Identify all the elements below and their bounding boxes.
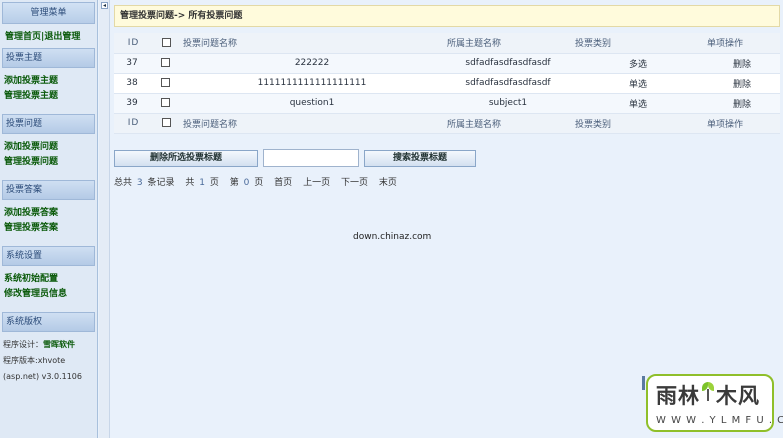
frame-splitter[interactable]: ◂: [99, 0, 110, 438]
row-subject-name: sdfadfasdfasdfasdf: [444, 53, 572, 74]
pager: 总共 3 条记录 共 1 页 第 0 页 首页 上一页 下一页 末页: [114, 175, 405, 188]
footer-checkbox-cell: [150, 113, 180, 134]
sprout-icon: [701, 380, 715, 401]
row-vote-type: 单选: [572, 93, 704, 114]
row-id: 39: [114, 93, 150, 114]
section-vote-answer[interactable]: 投票答案: [2, 180, 95, 200]
manage-vote-answer-link[interactable]: 管理投票答案: [4, 221, 94, 236]
pager-current-suffix: 页: [254, 178, 264, 188]
footer-operation: 单项操作: [704, 113, 780, 134]
version-label: 程序版本:xhvote: [3, 356, 66, 365]
footer-text: down.chinaz.com: [353, 232, 432, 242]
pager-current-prefix: 第: [229, 178, 239, 188]
footer-subject-name: 所属主题名称: [444, 113, 572, 134]
version-value: (asp.net) v3.0.1106: [3, 372, 82, 381]
row-subject-name: sdfadfasdfasdfasdf: [444, 73, 572, 94]
footer-vote-type: 投票类别: [572, 113, 704, 134]
row-checkbox-cell: [150, 93, 180, 114]
watermark-cn-text: 雨林 木风: [656, 380, 760, 410]
row-question-name: 1111111111111111111: [180, 73, 444, 94]
delete-selected-button[interactable]: 删除所选投票标题: [114, 150, 258, 167]
sidebar-top-links: 管理首页|退出管理: [0, 24, 97, 46]
row-checkbox[interactable]: [160, 58, 170, 67]
system-init-config-link[interactable]: 系统初始配置: [4, 272, 94, 287]
question-table: ID 投票问题名称 所属主题名称 投票类别 单项操作 37 222222 sdf…: [114, 33, 780, 134]
logout-link[interactable]: 退出管理: [44, 32, 80, 42]
table-header-row: ID 投票问题名称 所属主题名称 投票类别 单项操作: [114, 33, 780, 54]
sidebar: 管理菜单 管理首页|退出管理 投票主题 添加投票主题 管理投票主题 投票问题 添…: [0, 0, 98, 438]
table-footer-row: ID 投票问题名称 所属主题名称 投票类别 单项操作: [114, 113, 780, 134]
search-input[interactable]: [263, 149, 359, 167]
designer-line: 程序设计：雪晖软件: [3, 337, 95, 353]
row-checkbox[interactable]: [160, 98, 170, 107]
watermark-en-text: W W W . Y L M F U . C O M: [656, 415, 783, 426]
designer-label: 程序设计：: [3, 340, 43, 349]
search-button[interactable]: 搜索投票标题: [364, 150, 476, 167]
header-question-name: 投票问题名称: [180, 33, 444, 54]
section-system-settings-links: 系统初始配置 修改管理员信息: [0, 266, 97, 310]
collapse-arrow-icon[interactable]: ◂: [101, 2, 108, 9]
manage-vote-question-link[interactable]: 管理投票问题: [4, 155, 94, 170]
header-checkbox-cell: [150, 33, 180, 54]
table-row: 39 question1 subject1 单选 删除: [114, 93, 780, 114]
row-id: 38: [114, 73, 150, 94]
section-vote-subject-links: 添加投票主题 管理投票主题: [0, 68, 97, 112]
footer-question-name: 投票问题名称: [180, 113, 444, 134]
add-vote-subject-link[interactable]: 添加投票主题: [4, 74, 94, 89]
pager-prev-link[interactable]: 上一页: [303, 178, 330, 188]
row-id: 37: [114, 53, 150, 74]
pager-total-suffix: 条记录: [147, 178, 175, 188]
row-checkbox-cell: [150, 53, 180, 74]
manage-vote-subject-link[interactable]: 管理投票主题: [4, 89, 94, 104]
copyright-info: 程序设计：雪晖软件 程序版本:xhvote (asp.net) v3.0.110…: [0, 332, 97, 385]
watermark-edge-mark: [642, 376, 645, 390]
row-delete-link[interactable]: 删除: [704, 53, 780, 74]
sidebar-title: 管理菜单: [2, 2, 95, 24]
pager-total: 3: [136, 178, 143, 188]
row-vote-type: 单选: [572, 73, 704, 94]
add-vote-answer-link[interactable]: 添加投票答案: [4, 206, 94, 221]
header-id: ID: [114, 33, 150, 54]
pager-first-link[interactable]: 首页: [274, 178, 292, 188]
admin-home-link[interactable]: 管理首页: [5, 32, 41, 42]
row-question-name: question1: [180, 93, 444, 114]
row-vote-type: 多选: [572, 53, 704, 74]
select-all-checkbox[interactable]: [162, 37, 171, 47]
pager-next-link[interactable]: 下一页: [341, 178, 368, 188]
row-checkbox[interactable]: [160, 78, 170, 87]
watermark-cn-right: 木风: [716, 384, 760, 408]
row-question-name: 222222: [180, 53, 444, 74]
watermark-logo: 雨林木风 W W W . Y L M F U . C O M: [642, 374, 783, 432]
header-subject-name: 所属主题名称: [444, 33, 572, 54]
pager-total-prefix: 总共: [114, 178, 133, 188]
pager-current: 0: [243, 178, 250, 188]
edit-admin-info-link[interactable]: 修改管理员信息: [4, 287, 94, 302]
add-vote-question-link[interactable]: 添加投票问题: [4, 140, 94, 155]
pager-pages-suffix: 页: [209, 178, 219, 188]
main-panel: 管理投票问题-> 所有投票问题 ID 投票问题名称 所属主题名称 投票类别 单项…: [111, 0, 783, 438]
watermark-cn-left: 雨林: [656, 384, 700, 408]
section-vote-question[interactable]: 投票问题: [2, 114, 95, 134]
designer-name: 雪晖软件: [43, 340, 75, 349]
section-copyright[interactable]: 系统版权: [2, 312, 95, 332]
breadcrumb: 管理投票问题-> 所有投票问题: [114, 5, 780, 27]
table-row: 37 222222 sdfadfasdfasdfasdf 多选 删除: [114, 53, 780, 74]
header-vote-type: 投票类别: [572, 33, 704, 54]
pager-last-link[interactable]: 末页: [379, 178, 397, 188]
row-delete-link[interactable]: 删除: [704, 93, 780, 114]
section-vote-subject[interactable]: 投票主题: [2, 48, 95, 68]
row-delete-link[interactable]: 删除: [704, 73, 780, 94]
header-operation: 单项操作: [704, 33, 780, 54]
row-subject-name: subject1: [444, 93, 572, 114]
table-row: 38 1111111111111111111 sdfadfasdfasdfasd…: [114, 73, 780, 94]
section-system-settings[interactable]: 系统设置: [2, 246, 95, 266]
footer-id: ID: [114, 113, 150, 134]
section-vote-question-links: 添加投票问题 管理投票问题: [0, 134, 97, 178]
section-vote-answer-links: 添加投票答案 管理投票答案: [0, 200, 97, 244]
pager-pages-prefix: 共: [185, 178, 195, 188]
pager-pages: 1: [199, 178, 206, 188]
select-all-checkbox-bottom[interactable]: [162, 118, 171, 127]
row-checkbox-cell: [150, 73, 180, 94]
